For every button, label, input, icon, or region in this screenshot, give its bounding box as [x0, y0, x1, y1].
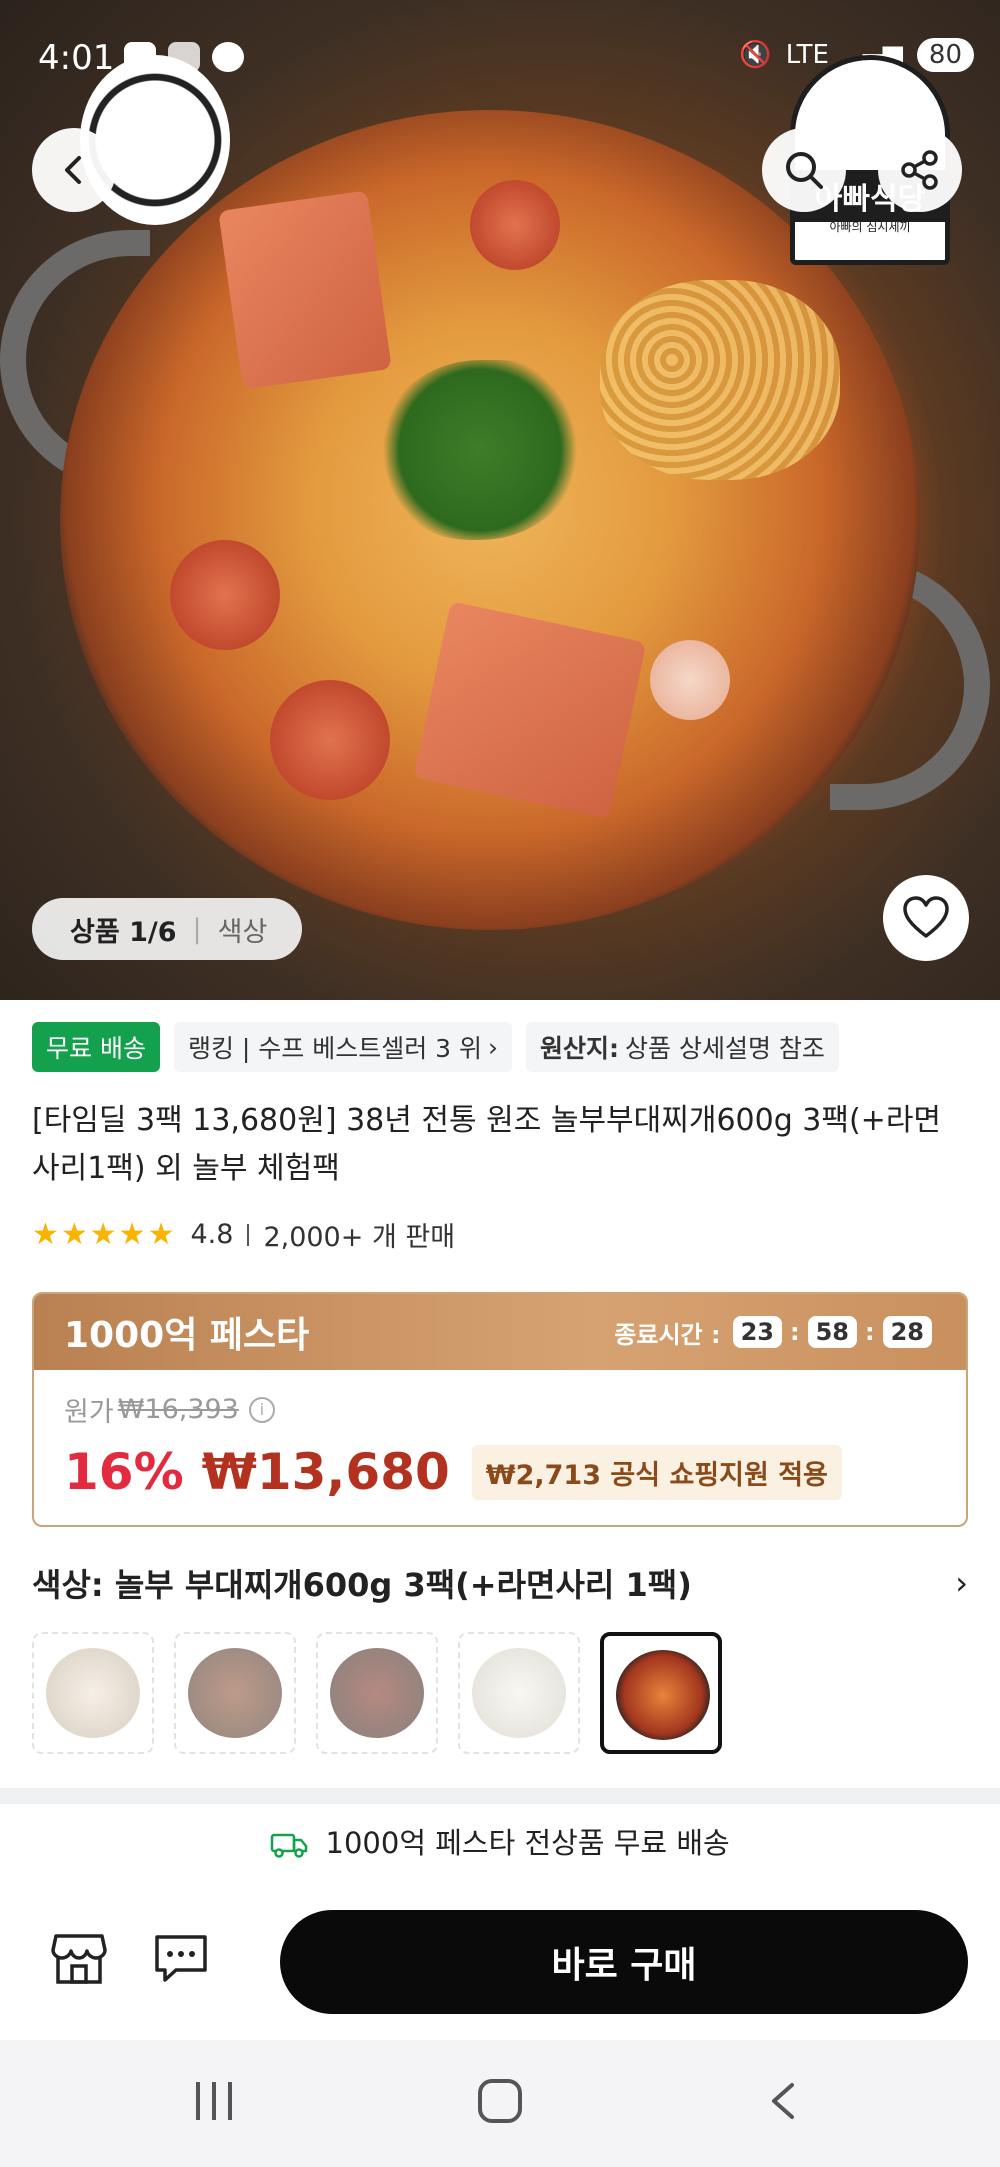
search-button[interactable] — [762, 128, 846, 212]
chat-bubble-icon — [212, 42, 244, 72]
truck-icon — [271, 1833, 308, 1858]
separator: | — [192, 913, 202, 945]
dish-image — [46, 1648, 140, 1738]
original-price: ₩16,393 — [117, 1394, 239, 1425]
share-button[interactable] — [878, 128, 962, 212]
back-icon — [65, 156, 81, 184]
chat-icon — [155, 1935, 207, 1982]
nav-back-icon[interactable] — [768, 2082, 796, 2120]
store-button[interactable] — [50, 1932, 116, 1988]
chat-button[interactable] — [152, 1932, 218, 1988]
option-thumbnail[interactable] — [458, 1632, 580, 1754]
free-shipping-text: 1000억 페스타 전상품 무료 배송 — [325, 1826, 730, 1860]
back-button[interactable] — [32, 128, 116, 212]
original-price-label: 원가 — [64, 1397, 114, 1428]
discount-percent: 16% — [64, 1443, 184, 1501]
separator — [247, 1223, 250, 1246]
option-thumbnail-selected[interactable] — [600, 1632, 722, 1754]
countdown-label: 종료시간 : — [614, 1320, 721, 1349]
free-shipping-badge: 무료 배송 — [32, 1022, 160, 1072]
option-selector[interactable]: 색상: 놀부 부대찌개600g 3팩(+라면사리 1팩) › — [32, 1560, 968, 1606]
ramen-noodles — [600, 280, 840, 480]
share-icon — [901, 150, 938, 190]
countdown-hours: 23 — [732, 1316, 782, 1348]
nav-home-icon[interactable] — [478, 2079, 522, 2123]
sausage-slice — [270, 680, 390, 800]
option-thumbnail[interactable] — [316, 1632, 438, 1754]
promo-body: 원가 ₩16,393 i 16% ₩13,680 ₩2,713 공식 쇼핑지원 … — [34, 1370, 966, 1521]
network-type: LTE — [785, 40, 829, 70]
option-thumbnails — [32, 1632, 722, 1754]
mute-icon: 🔇 — [739, 40, 772, 70]
chevron-right-icon: › — [488, 1032, 499, 1062]
ham-slice — [218, 190, 392, 390]
dish-image — [472, 1648, 566, 1738]
ranking-badge[interactable]: 랭킹 | 수프 베스트셀러 3 위 › — [173, 1022, 513, 1072]
dish-image — [188, 1648, 282, 1738]
sale-price: ₩13,680 — [201, 1443, 450, 1501]
search-icon — [786, 152, 823, 189]
gallery-option-label: 색상 — [217, 916, 268, 948]
countdown-minutes: 58 — [807, 1316, 857, 1348]
buy-now-button[interactable]: 바로 구매 — [280, 1910, 968, 2014]
promo-box: 1000억 페스타 종료시간 : 23 : 58 : 28 원가 ₩16,393… — [32, 1292, 968, 1527]
price-row: 16% ₩13,680 ₩2,713 공식 쇼핑지원 적용 — [64, 1443, 936, 1501]
countdown: 종료시간 : 23 : 58 : 28 — [614, 1315, 936, 1350]
product-title: [타임딜 3팩 13,680원] 38년 전통 원조 놀부부대찌개600g 3팩… — [32, 1103, 942, 1186]
promo-header: 1000억 페스타 종료시간 : 23 : 58 : 28 — [34, 1294, 966, 1370]
original-price-row: 원가 ₩16,393 i — [64, 1390, 936, 1429]
countdown-colon: : — [789, 1318, 800, 1346]
sausage-slice — [470, 180, 560, 270]
sold-count: 2,000+ 개 판매 — [263, 1222, 456, 1253]
option-thumbnail[interactable] — [174, 1632, 296, 1754]
rating-row[interactable]: ★★★★★ 4.8 2,000+ 개 판매 — [32, 1215, 455, 1254]
chevron-right-icon: › — [955, 1564, 968, 1602]
info-icon[interactable]: i — [248, 1396, 275, 1423]
shopping-support-badge: ₩2,713 공식 쇼핑지원 적용 — [471, 1444, 842, 1500]
free-shipping-notice: 1000억 페스타 전상품 무료 배송 — [0, 1820, 1000, 1862]
store-icon — [51, 1934, 107, 1984]
option-label: 색상: 놀부 부대찌개600g 3팩(+라면사리 1팩) — [32, 1566, 692, 1604]
sausage-slice — [650, 640, 730, 720]
dish-image — [616, 1650, 710, 1740]
rating-stars: ★★★★★ — [32, 1217, 177, 1252]
wishlist-button[interactable] — [883, 875, 969, 961]
gallery-counter-label: 상품 1/6 — [70, 916, 177, 948]
ranking-label: 랭킹 | 수프 베스트셀러 3 위 — [187, 1034, 483, 1063]
countdown-seconds: 28 — [882, 1316, 932, 1348]
heart-icon — [903, 896, 949, 938]
origin-value: 상품 상세설명 참조 — [625, 1034, 825, 1063]
origin-badge: 원산지: 상품 상세설명 참조 — [526, 1022, 839, 1072]
countdown-colon: : — [864, 1318, 875, 1346]
promo-title: 1000억 페스타 — [64, 1315, 310, 1356]
status-time: 4:01 — [38, 38, 115, 78]
option-thumbnail[interactable] — [32, 1632, 154, 1754]
product-tags: 무료 배송 랭킹 | 수프 베스트셀러 3 위 › 원산지: 상품 상세설명 참… — [32, 1022, 839, 1072]
origin-label: 원산지: — [540, 1034, 620, 1063]
brand-logo-subtitle: 아빠의 심시세끼 — [829, 220, 911, 234]
sausage-slice — [170, 540, 280, 650]
herb-garnish — [380, 360, 580, 540]
section-divider — [0, 1788, 1000, 1804]
nav-menu-icon[interactable] — [196, 2082, 232, 2120]
rating-value: 4.8 — [190, 1219, 234, 1250]
gallery-counter: 상품 1/6 | 색상 — [32, 898, 302, 960]
product-image[interactable]: 4:01 🔇 LTE ▂▄▆ 80 아빠식당 아빠의 심시세끼 상품 1/6 |… — [0, 0, 1000, 1000]
battery-level: 80 — [916, 38, 974, 72]
dish-image — [330, 1648, 424, 1738]
